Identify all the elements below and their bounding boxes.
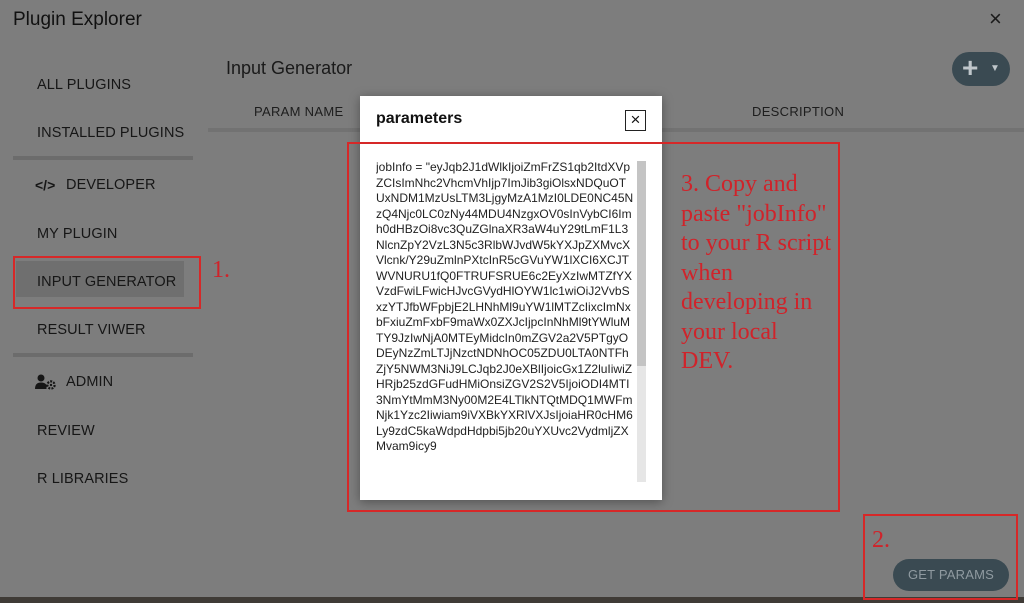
sidebar-item-result-viewer[interactable]: RESULT VIWER <box>37 322 146 338</box>
sidebar-divider <box>13 156 193 160</box>
window-title: Plugin Explorer <box>13 9 142 30</box>
sidebar-item-review[interactable]: REVIEW <box>37 423 95 439</box>
plus-icon: + <box>962 52 979 83</box>
code-icon: </> <box>35 177 56 193</box>
close-icon[interactable]: × <box>989 8 1002 30</box>
sidebar-item-my-plugin[interactable]: MY PLUGIN <box>37 226 117 242</box>
sidebar-divider <box>13 353 193 357</box>
annotation-step2-label: 2. <box>872 527 890 553</box>
add-button[interactable]: + ▼ <box>952 52 1010 86</box>
dialog-close-button[interactable]: × <box>625 110 646 131</box>
annotation-box-step1 <box>13 256 201 309</box>
annotation-step1-label: 1. <box>212 257 230 283</box>
column-header-description: DESCRIPTION <box>752 104 845 119</box>
sidebar-item-developer[interactable]: DEVELOPER <box>66 177 156 193</box>
user-gear-icon <box>35 374 57 393</box>
dialog-title: parameters <box>376 110 463 127</box>
column-header-param-name: PARAM NAME <box>254 104 344 119</box>
sidebar-item-installed-plugins[interactable]: INSTALLED PLUGINS <box>37 125 184 141</box>
plugin-explorer-window: Plugin Explorer × ALL PLUGINS INSTALLED … <box>0 0 1024 603</box>
sidebar-item-r-libraries[interactable]: R LIBRARIES <box>37 471 128 487</box>
sidebar-item-all-plugins[interactable]: ALL PLUGINS <box>37 77 131 93</box>
chevron-down-icon: ▼ <box>990 63 1000 74</box>
sidebar-item-admin[interactable]: ADMIN <box>66 374 113 390</box>
annotation-step3-note: 3. Copy and paste "jobInfo" to your R sc… <box>681 171 831 374</box>
page-title: Input Generator <box>226 58 353 78</box>
